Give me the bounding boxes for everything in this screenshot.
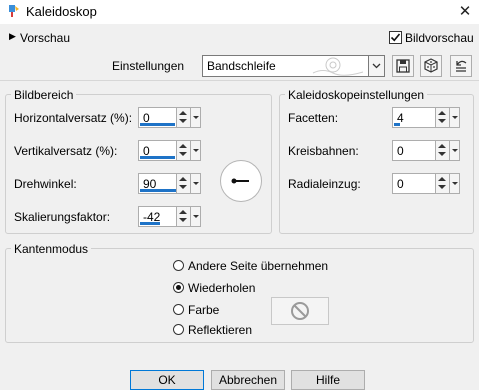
option-other-side-label[interactable]: Andere Seite übernehmen — [188, 259, 328, 273]
vertical-offset-label: Vertikalversatz (%): — [14, 144, 118, 158]
close-icon[interactable]: ✕ — [455, 2, 475, 22]
increment-icon[interactable] — [179, 111, 187, 115]
decrement-icon[interactable] — [179, 152, 187, 156]
chevron-down-icon — [193, 149, 199, 152]
horizontal-offset-arrows[interactable] — [176, 108, 190, 127]
chevron-down-icon — [193, 215, 199, 218]
window-title: Kaleidoskop — [26, 4, 97, 19]
decrement-icon[interactable] — [438, 185, 446, 189]
radial-pull-arrows[interactable] — [435, 174, 449, 193]
horizontal-offset-bar — [140, 123, 175, 126]
reset-button[interactable] — [450, 55, 472, 77]
chevron-down-icon — [452, 116, 458, 119]
radial-pull-stepper[interactable]: 0 — [392, 173, 460, 194]
increment-icon[interactable] — [179, 144, 187, 148]
divider — [0, 80, 479, 81]
rotation-label: Drehwinkel: — [14, 177, 77, 191]
bildvorschau-label: Bildvorschau — [405, 31, 474, 45]
vertical-offset-dropdown[interactable] — [190, 141, 200, 160]
radial-pull-value: 0 — [397, 177, 404, 191]
rotation-bar — [140, 189, 178, 192]
expand-arrow-icon[interactable]: ▶ — [9, 31, 16, 42]
cancel-button[interactable]: Abbrechen — [211, 370, 285, 390]
scale-dropdown[interactable] — [190, 207, 200, 226]
orbits-stepper[interactable]: 0 — [392, 140, 460, 161]
decrement-icon[interactable] — [179, 218, 187, 222]
radio-color[interactable] — [173, 304, 184, 315]
radial-pull-label: Radialeinzug: — [288, 177, 361, 191]
vertical-offset-bar — [140, 156, 175, 159]
chevron-down-icon — [372, 63, 381, 69]
radio-reflect[interactable] — [173, 324, 184, 335]
option-repeat-label[interactable]: Wiederholen — [188, 281, 255, 295]
bildvorschau-checkbox[interactable] — [389, 31, 402, 44]
dial-pointer-icon — [231, 178, 249, 184]
settings-label: Einstellungen — [112, 59, 185, 73]
chevron-down-icon — [452, 149, 458, 152]
facets-dropdown[interactable] — [449, 108, 459, 127]
orbits-value: 0 — [397, 144, 404, 158]
scale-label: Skalierungsfaktor: — [14, 210, 111, 224]
horizontal-offset-stepper[interactable]: 0 — [138, 107, 201, 128]
scale-arrows[interactable] — [176, 207, 190, 226]
watermark-logo — [312, 57, 364, 76]
save-icon — [396, 59, 410, 73]
settings-selected-value: Bandschleife — [207, 59, 276, 73]
vertical-offset-arrows[interactable] — [176, 141, 190, 160]
orbits-arrows[interactable] — [435, 141, 449, 160]
increment-icon[interactable] — [438, 144, 446, 148]
radio-repeat[interactable] — [173, 282, 184, 293]
help-button[interactable]: Hilfe — [291, 370, 365, 390]
facets-arrows[interactable] — [435, 108, 449, 127]
no-symbol-icon — [291, 302, 309, 320]
edge-color-swatch[interactable] — [271, 297, 329, 325]
radial-pull-dropdown[interactable] — [449, 174, 459, 193]
rotation-dial[interactable] — [220, 160, 262, 202]
rotation-stepper[interactable]: 90 — [138, 173, 201, 194]
preview-toggle[interactable]: Vorschau — [20, 31, 70, 45]
scale-stepper[interactable]: -42 — [138, 206, 201, 227]
dice-icon — [424, 58, 438, 73]
scale-bar — [140, 222, 160, 225]
ok-button[interactable]: OK — [130, 370, 204, 390]
bildbereich-legend: Bildbereich — [11, 88, 77, 102]
facets-label: Facetten: — [288, 111, 339, 125]
chevron-down-icon — [193, 116, 199, 119]
increment-icon[interactable] — [438, 177, 446, 181]
decrement-icon[interactable] — [179, 185, 187, 189]
option-reflect-label[interactable]: Reflektieren — [188, 323, 252, 337]
chevron-down-icon — [193, 182, 199, 185]
rotation-dropdown[interactable] — [190, 174, 200, 193]
chevron-down-icon — [452, 182, 458, 185]
increment-icon[interactable] — [438, 111, 446, 115]
facets-bar — [394, 123, 400, 126]
kaleido-legend: Kaleidoskopeinstellungen — [285, 88, 428, 102]
horizontal-offset-label: Horizontalversatz (%): — [14, 111, 133, 125]
decrement-icon[interactable] — [438, 152, 446, 156]
randomize-button[interactable] — [420, 55, 442, 77]
rotation-arrows[interactable] — [176, 174, 190, 193]
orbits-dropdown[interactable] — [449, 141, 459, 160]
increment-icon[interactable] — [179, 177, 187, 181]
radio-other-side[interactable] — [173, 260, 184, 271]
decrement-icon[interactable] — [179, 119, 187, 123]
horizontal-offset-dropdown[interactable] — [190, 108, 200, 127]
vertical-offset-stepper[interactable]: 0 — [138, 140, 201, 161]
option-color-label[interactable]: Farbe — [188, 303, 219, 317]
increment-icon[interactable] — [179, 210, 187, 214]
checkmark-icon — [390, 33, 401, 42]
paint-brush-icon — [9, 5, 19, 17]
kantenmodus-legend: Kantenmodus — [11, 242, 92, 256]
save-preset-button[interactable] — [392, 55, 414, 77]
settings-select[interactable]: Bandschleife — [202, 55, 385, 77]
reset-icon — [456, 60, 467, 72]
facets-stepper[interactable]: 4 — [392, 107, 460, 128]
settings-dropdown-button[interactable] — [368, 56, 384, 76]
orbits-label: Kreisbahnen: — [288, 144, 359, 158]
decrement-icon[interactable] — [438, 119, 446, 123]
